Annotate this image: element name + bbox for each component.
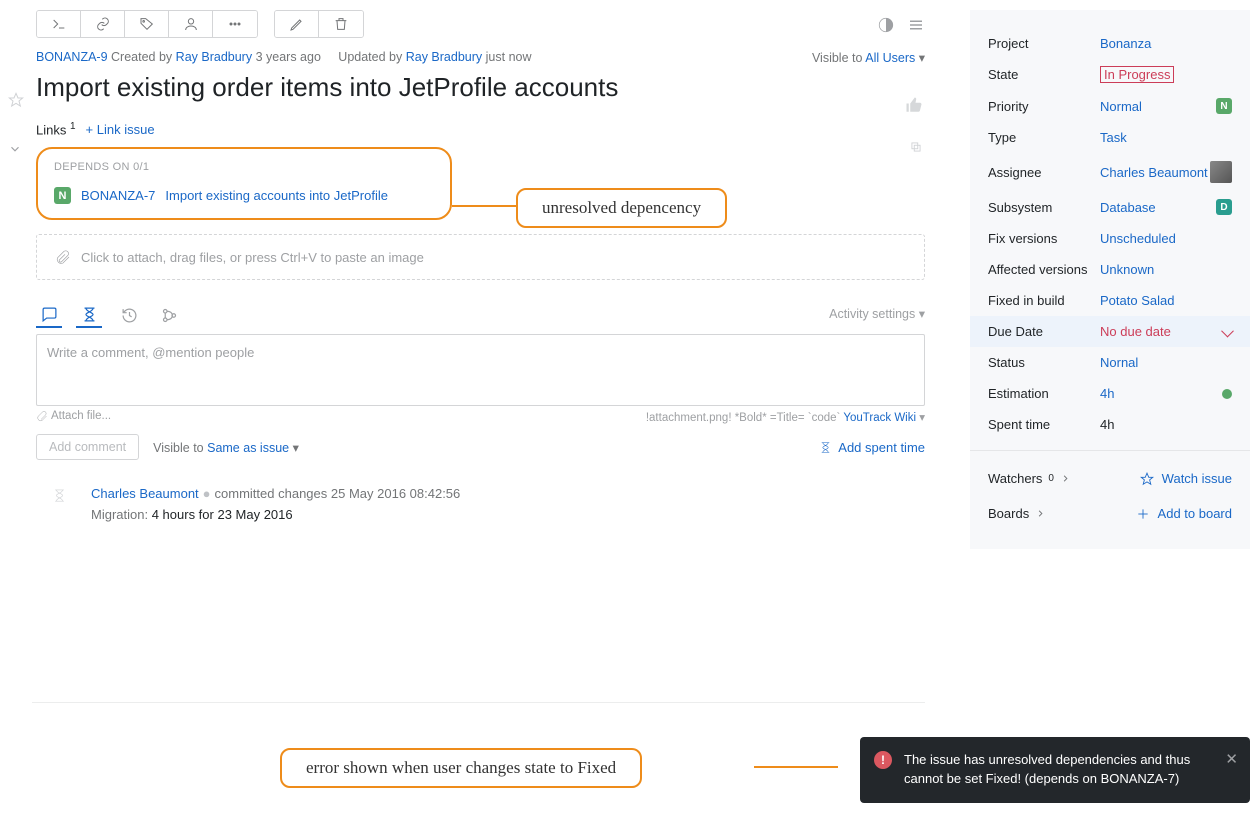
hourglass-icon <box>52 488 67 522</box>
toast-message: The issue has unresolved dependencies an… <box>904 752 1190 786</box>
sidebar-state[interactable]: In Progress <box>1100 67 1232 82</box>
priority-badge-icon: N <box>1216 98 1232 114</box>
add-to-board-link[interactable]: Add to board <box>1136 506 1232 521</box>
sidebar-assignee[interactable]: Charles Beaumont <box>1100 165 1210 180</box>
avatar <box>1210 161 1232 183</box>
tab-comments[interactable] <box>36 302 62 328</box>
menu-icon[interactable] <box>907 16 925 37</box>
issue-meta: BONANZA-9 Created by Ray Bradbury 3 year… <box>36 50 925 64</box>
sidebar-due-date[interactable]: No due date <box>1100 324 1232 339</box>
sidebar-fixed-in-build[interactable]: Potato Salad <box>1100 293 1232 308</box>
annotation-unresolved: unresolved depencency <box>516 188 727 228</box>
delete-button[interactable] <box>319 11 363 37</box>
vote-icon[interactable] <box>905 96 923 117</box>
copy-link-icon[interactable] <box>909 140 923 157</box>
comment-visibility-value[interactable]: Same as issue <box>207 441 289 455</box>
add-spent-time-link[interactable]: Add spent time <box>819 440 925 455</box>
add-link-button[interactable]: + Link issue <box>86 122 155 137</box>
assignee-button[interactable] <box>169 11 213 37</box>
close-icon[interactable]: ✕ <box>1225 749 1238 771</box>
contrast-icon[interactable] <box>877 16 895 37</box>
dependency-id[interactable]: BONANZA-7 <box>81 188 155 203</box>
edit-button[interactable] <box>275 11 319 37</box>
depends-on-panel: DEPENDS ON 0/1 N BONANZA-7 Import existi… <box>36 147 452 220</box>
issue-sidebar: ProjectBonanza StateIn Progress Priority… <box>970 10 1250 549</box>
sidebar-status[interactable]: Nornal <box>1100 355 1232 370</box>
updater-link[interactable]: Ray Bradbury <box>406 50 482 64</box>
watchers-toggle[interactable]: Watchers 0 <box>988 471 1071 486</box>
issue-title: Import existing order items into JetProf… <box>36 72 925 103</box>
priority-badge-icon: N <box>54 187 71 204</box>
dependency-row[interactable]: N BONANZA-7 Import existing accounts int… <box>54 187 434 204</box>
subsystem-badge-icon: D <box>1216 199 1232 215</box>
annotation-line <box>754 766 838 768</box>
toolbar-group-1 <box>36 10 258 38</box>
star-icon[interactable] <box>8 92 24 111</box>
tab-history[interactable] <box>116 302 142 328</box>
tag-button[interactable] <box>125 11 169 37</box>
boards-toggle[interactable]: Boards <box>988 506 1046 521</box>
wiki-link[interactable]: YouTrack Wiki <box>843 412 916 424</box>
sidebar-priority[interactable]: Normal <box>1100 99 1216 114</box>
issue-id-link[interactable]: BONANZA-9 <box>36 50 108 64</box>
activity-user-link[interactable]: Charles Beaumont <box>91 486 199 501</box>
estimation-dot-icon <box>1222 389 1232 399</box>
comment-visibility: Visible to Same as issue ▾ <box>153 440 299 455</box>
link-button[interactable] <box>81 11 125 37</box>
sidebar-fix-versions[interactable]: Unscheduled <box>1100 231 1232 246</box>
toolbar-group-2 <box>274 10 364 38</box>
divider <box>32 702 925 703</box>
error-toast: ! The issue has unresolved dependencies … <box>860 737 1250 803</box>
attach-dropzone[interactable]: Click to attach, drag files, or press Ct… <box>36 234 925 280</box>
comment-input[interactable] <box>36 334 925 406</box>
sidebar-affected-versions[interactable]: Unknown <box>1100 262 1232 277</box>
creator-link[interactable]: Ray Bradbury <box>176 50 252 64</box>
activity-entry: Charles Beaumont●committed changes 25 Ma… <box>52 486 925 522</box>
comment-textarea[interactable] <box>47 345 914 375</box>
visibility-link[interactable]: All Users <box>865 51 915 65</box>
annotation-line <box>452 205 517 207</box>
watch-issue-link[interactable]: Watch issue <box>1140 471 1232 486</box>
command-button[interactable] <box>37 11 81 37</box>
error-icon: ! <box>874 751 892 769</box>
sidebar-spent-time: 4h <box>1100 417 1232 432</box>
format-hint: !attachment.png! *Bold* =Title= `code` Y… <box>646 410 925 424</box>
tab-vcs[interactable] <box>156 302 182 328</box>
links-toggle-icon[interactable] <box>8 142 22 159</box>
depends-on-header: DEPENDS ON 0/1 <box>54 161 434 173</box>
more-button[interactable] <box>213 11 257 37</box>
sidebar-project[interactable]: Bonanza <box>1100 36 1232 51</box>
sidebar-estimation[interactable]: 4h <box>1100 386 1222 401</box>
sidebar-subsystem[interactable]: Database <box>1100 200 1216 215</box>
activity-settings-link[interactable]: Activity settings ▾ <box>829 306 925 321</box>
tab-time-tracking[interactable] <box>76 302 102 328</box>
dependency-title[interactable]: Import existing accounts into JetProfile <box>165 188 388 203</box>
add-comment-button[interactable]: Add comment <box>36 434 139 460</box>
attach-file-link[interactable]: Attach file... <box>36 410 111 424</box>
links-label: Links 1 <box>36 121 76 137</box>
annotation-error: error shown when user changes state to F… <box>280 748 642 788</box>
sidebar-type[interactable]: Task <box>1100 130 1232 145</box>
